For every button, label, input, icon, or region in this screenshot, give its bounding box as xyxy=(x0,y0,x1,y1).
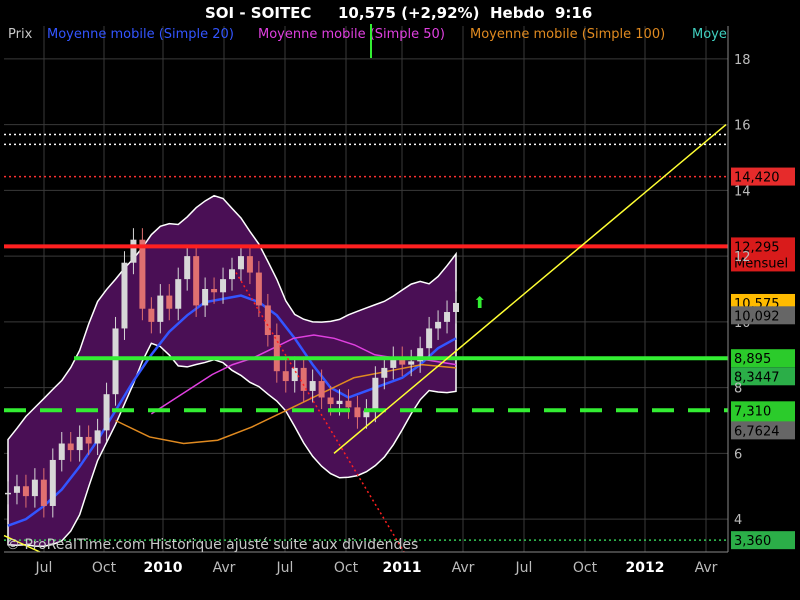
x-tick-label: Oct xyxy=(334,560,359,576)
candle-body xyxy=(264,305,271,336)
y-tick-label: 8 xyxy=(734,382,742,397)
candle-body xyxy=(202,289,209,306)
y-tick-label: 6 xyxy=(734,447,742,462)
candle-body xyxy=(291,367,298,382)
x-tick-label: Oct xyxy=(92,560,117,576)
y-tick-label: 12 xyxy=(734,250,751,265)
legend-ma-extra[interactable]: Moye xyxy=(692,27,727,42)
candle-body xyxy=(130,239,137,263)
candle-body xyxy=(309,381,316,391)
candle-body xyxy=(22,486,29,497)
candle-body xyxy=(426,328,433,349)
candle-body xyxy=(175,279,182,309)
candle-body xyxy=(246,256,253,273)
candle-body xyxy=(229,269,235,280)
header-period-time: Hebdo 9:16 xyxy=(490,4,592,22)
x-tick-label: Avr xyxy=(213,560,236,576)
candle-body xyxy=(40,479,47,506)
candle-body xyxy=(336,400,343,405)
level-label: 14,420 xyxy=(734,171,780,186)
candle-body xyxy=(444,312,451,322)
candle-body xyxy=(211,289,218,293)
candle-body xyxy=(31,479,38,497)
candle-body xyxy=(372,377,379,411)
candle-body xyxy=(220,279,227,293)
candle-body xyxy=(327,397,334,405)
candle-body xyxy=(435,321,442,329)
watermark: © ProRealTime.com Historique ajusté suit… xyxy=(6,537,418,553)
candle-body xyxy=(67,443,74,451)
candle-body xyxy=(5,492,11,495)
candle-body xyxy=(282,371,289,382)
candle-body xyxy=(193,256,200,306)
x-tick-label: Jul xyxy=(35,560,53,576)
candle-body xyxy=(345,400,352,408)
candle-body xyxy=(94,430,101,444)
candle-body xyxy=(49,459,56,506)
x-tick-label: 2010 xyxy=(144,560,183,576)
price-chart[interactable]: 14,42012,295Mensuel8,8958,34477,310Mensu… xyxy=(0,0,800,600)
candle-body xyxy=(112,328,119,395)
candle-body xyxy=(76,436,83,451)
x-tick-label: Jul xyxy=(276,560,294,576)
candle-body xyxy=(318,381,325,398)
candle-body xyxy=(121,262,128,329)
value-tag-label: 10,092 xyxy=(734,309,780,324)
candle-body xyxy=(408,361,415,365)
level-label: 3,360 xyxy=(734,534,771,549)
x-tick-label: Avr xyxy=(452,560,475,576)
legend-ma100[interactable]: Moyenne mobile (Simple 100) xyxy=(470,27,665,42)
x-tick-label: Oct xyxy=(573,560,598,576)
value-tag-label: 6,7624 xyxy=(734,424,780,439)
candle-body xyxy=(13,486,20,493)
candle-body xyxy=(58,443,65,460)
x-tick-label: Avr xyxy=(695,560,718,576)
candle-body xyxy=(273,335,280,372)
candle-body xyxy=(85,436,92,444)
y-tick-label: 18 xyxy=(734,53,751,68)
header-symbol: SOI - SOITEC xyxy=(205,4,311,22)
x-tick-label: 2012 xyxy=(626,560,665,576)
legend-ma20[interactable]: Moyenne mobile (Simple 20) xyxy=(47,27,234,42)
candle-body xyxy=(381,367,388,378)
candle-body xyxy=(255,272,262,306)
cursor-marker xyxy=(370,24,372,58)
level-label: 8,895 xyxy=(734,352,771,367)
candle-body xyxy=(184,256,191,280)
level-label: 7,310 xyxy=(734,404,771,419)
candle-body xyxy=(103,394,110,431)
y-tick-label: 14 xyxy=(734,184,751,199)
candle-body xyxy=(354,407,361,418)
x-tick-label: 2011 xyxy=(383,560,422,576)
legend-ma50[interactable]: Moyenne mobile (Simple 50) xyxy=(258,27,445,42)
candle-body xyxy=(139,239,146,309)
legend-prix[interactable]: Prix xyxy=(8,27,33,42)
candle-body xyxy=(237,256,244,270)
x-tick-label: Jul xyxy=(515,560,533,576)
candle-body xyxy=(166,295,173,309)
y-tick-label: 16 xyxy=(734,119,751,134)
candle-body xyxy=(453,302,459,313)
candle-body xyxy=(148,308,155,322)
candle-body xyxy=(300,367,307,391)
trend-arrow-icon: ⬆ xyxy=(473,293,486,312)
header-price-change: 10,575 (+2,92%) xyxy=(338,4,479,22)
y-tick-label: 4 xyxy=(734,513,742,528)
candle-body xyxy=(157,295,164,322)
